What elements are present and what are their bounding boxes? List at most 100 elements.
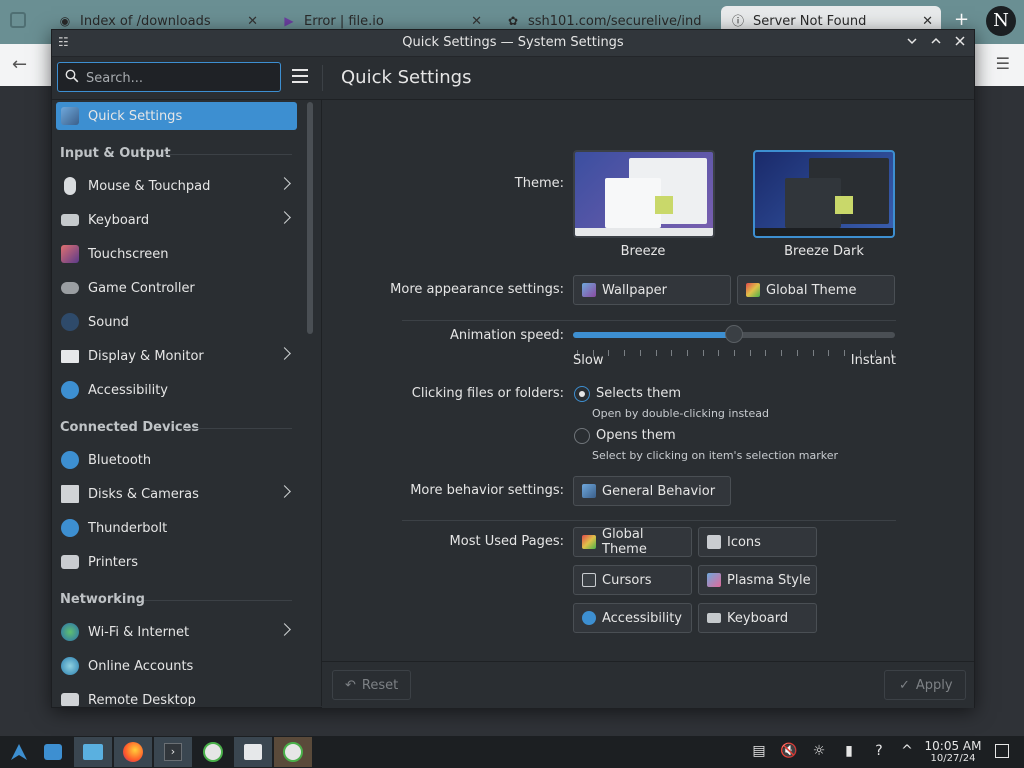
slider-tick (671, 350, 673, 356)
minimize-icon[interactable] (903, 34, 921, 52)
wallpaper-button[interactable]: Wallpaper (573, 275, 731, 305)
slider-tick (749, 350, 751, 356)
brightness-icon[interactable]: ☼ (810, 742, 828, 760)
check-icon: ✓ (899, 677, 910, 693)
sidebar-item-mouse-touchpad[interactable]: Mouse & Touchpad (56, 172, 297, 200)
animation-speed-label: Animation speed: (449, 328, 564, 343)
close-tab-icon[interactable]: ✕ (471, 14, 482, 29)
most-used-pages-label: Most Used Pages: (449, 534, 564, 549)
sidebar-item-display-monitor[interactable]: Display & Monitor (56, 342, 297, 370)
show-desktop-icon[interactable] (995, 744, 1009, 758)
search-input[interactable] (84, 67, 278, 89)
animation-speed-handle[interactable] (725, 325, 743, 343)
most-used-cursors[interactable]: Cursors (573, 565, 692, 595)
chevron-right-icon (278, 177, 291, 190)
sidebar-item-quick-settings[interactable]: Quick Settings (56, 102, 297, 130)
taskbar-files-icon[interactable] (74, 737, 112, 767)
sidebar-item-bluetooth[interactable]: Bluetooth (56, 446, 297, 474)
radio-opens-them[interactable] (574, 428, 590, 444)
volume-muted-icon[interactable]: 🔇 (780, 742, 798, 760)
sidebar-item-online-accounts[interactable]: Online Accounts (56, 652, 297, 680)
sidebar-item-printers[interactable]: Printers (56, 548, 297, 576)
appearance-settings-label: More appearance settings: (390, 282, 564, 297)
undo-icon: ↶ (345, 677, 356, 693)
window-titlebar: ☷ Quick Settings — System Settings (52, 30, 974, 57)
theme-caption-breeze-dark: Breeze Dark (784, 244, 864, 259)
section-heading-connected-devices: Connected Devices (60, 420, 200, 435)
new-tab-icon[interactable]: + (954, 9, 969, 30)
reset-button[interactable]: ↶ Reset (332, 670, 411, 700)
browser-menu-icon[interactable]: ☰ (996, 54, 1010, 73)
most-used-icons[interactable]: Icons (698, 527, 817, 557)
taskbar-browser-app-icon[interactable] (274, 737, 312, 767)
most-used-keyboard[interactable]: Keyboard (698, 603, 817, 633)
global-theme-button[interactable]: Global Theme (737, 275, 895, 305)
sidebar-scrollbar[interactable] (307, 102, 313, 334)
sidebar-item-game-controller[interactable]: Game Controller (56, 274, 297, 302)
behavior-settings-label: More behavior settings: (410, 483, 564, 498)
sidebar-item-accessibility[interactable]: Accessibility (56, 376, 297, 404)
clock[interactable]: 10:05 AM 10/27/24 (922, 739, 984, 764)
clock-date: 10/27/24 (930, 753, 976, 764)
global-theme-icon (746, 283, 760, 297)
cursor-icon (582, 573, 596, 587)
tray-expand-icon[interactable]: ^ (898, 742, 916, 760)
sidebar-item-wifi-internet[interactable]: Wi-Fi & Internet (56, 618, 297, 646)
mouse-icon (64, 177, 76, 195)
window-title: Quick Settings — System Settings (402, 35, 624, 50)
most-used-plasma-style[interactable]: Plasma Style (698, 565, 817, 595)
slider-max-label: Instant (850, 353, 896, 368)
close-window-icon[interactable] (951, 34, 969, 52)
taskbar-settings-icon[interactable] (234, 737, 272, 767)
maximize-icon[interactable] (927, 34, 945, 52)
theme-thumbnail-breeze[interactable] (573, 150, 715, 238)
radio-selects-them[interactable] (574, 386, 590, 402)
sidebar-item-touchscreen[interactable]: Touchscreen (56, 240, 297, 268)
sidebar-toggle-icon[interactable] (10, 12, 26, 28)
slider-tick (765, 350, 767, 356)
chevron-right-icon (278, 347, 291, 360)
browser-tab-title: Server Not Found (753, 13, 867, 29)
taskbar-store-icon[interactable] (34, 737, 72, 767)
fileio-tab-icon: ▶ (284, 14, 294, 28)
firefox-tab-icon: ◉ (59, 14, 71, 28)
general-behavior-button[interactable]: General Behavior (573, 476, 731, 506)
sidebar-item-keyboard[interactable]: Keyboard (56, 206, 297, 234)
sidebar-item-sound[interactable]: Sound (56, 308, 297, 336)
bluetooth-icon (61, 451, 79, 469)
browser-tab-title: Error | file.io (304, 13, 384, 29)
info-tab-icon: ⓘ (731, 14, 744, 28)
thunderbolt-icon (61, 519, 79, 537)
animation-speed-slider[interactable] (573, 325, 895, 343)
animation-speed-fill (573, 332, 734, 338)
taskbar-terminal-icon[interactable]: › (154, 737, 192, 767)
system-settings-window: ☷ Quick Settings — System Settings Quick… (51, 29, 975, 708)
taskbar-vpn-icon[interactable] (194, 737, 232, 767)
sidebar-item-remote-desktop[interactable]: Remote Desktop (56, 686, 297, 706)
settings-header: Quick Settings (52, 57, 974, 100)
radio-label-selects-them: Selects them (596, 386, 682, 401)
chevron-right-icon (278, 623, 291, 636)
back-arrow-icon[interactable]: ← (12, 54, 27, 75)
clipboard-icon[interactable]: ▤ (750, 742, 768, 760)
hamburger-menu-icon[interactable] (292, 69, 308, 87)
apply-button[interactable]: ✓ Apply (884, 670, 966, 700)
sidebar-item-label: Quick Settings (88, 108, 183, 124)
sidebar-item-disks-cameras[interactable]: Disks & Cameras (56, 480, 297, 508)
close-tab-icon[interactable]: ✕ (922, 14, 933, 29)
touchscreen-icon (61, 245, 79, 263)
profile-avatar[interactable]: N (986, 6, 1016, 36)
most-used-accessibility[interactable]: Accessibility (573, 603, 692, 633)
taskbar-firefox-icon[interactable] (114, 737, 152, 767)
most-used-global-theme[interactable]: Global Theme (573, 527, 692, 557)
app-launcher-icon[interactable] (0, 737, 38, 767)
quick-settings-page: Theme: Breeze Breeze Dark More appearanc… (322, 100, 974, 660)
help-icon[interactable]: ? (870, 742, 888, 760)
printer-icon (61, 555, 79, 569)
close-tab-icon[interactable]: ✕ (247, 14, 258, 29)
theme-thumbnail-breeze-dark[interactable] (753, 150, 895, 238)
sidebar-item-thunderbolt[interactable]: Thunderbolt (56, 514, 297, 542)
battery-icon[interactable]: ▮ (840, 742, 858, 760)
slider-tick (718, 350, 720, 356)
search-box[interactable] (57, 62, 281, 92)
